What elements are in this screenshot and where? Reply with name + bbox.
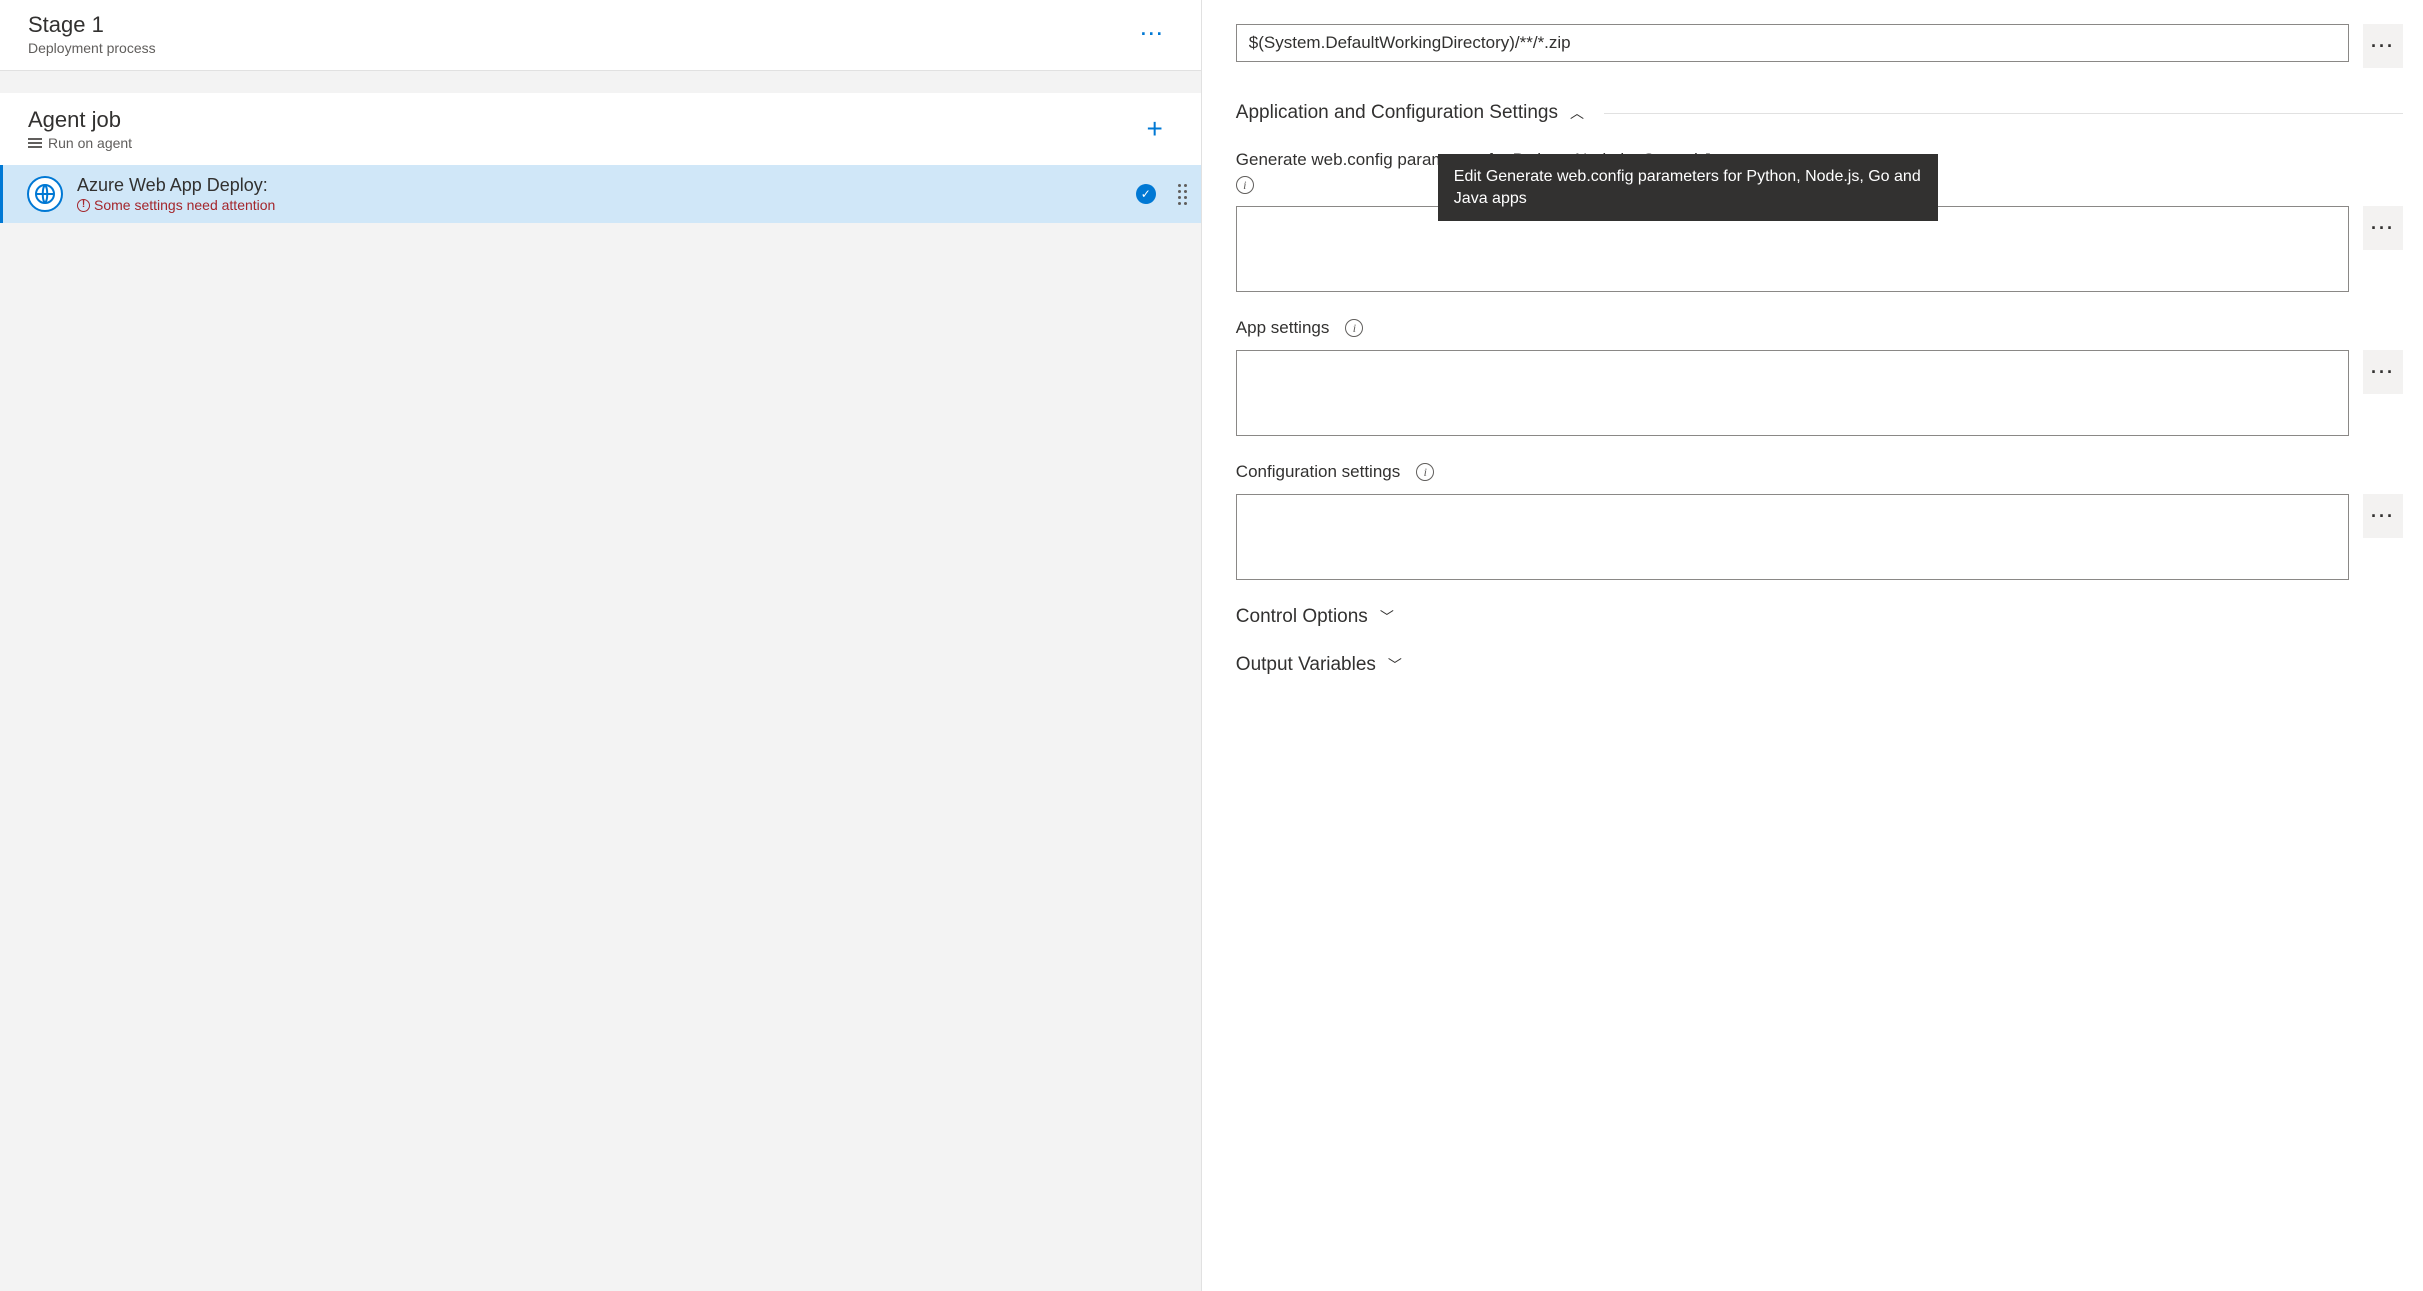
package-folder-input[interactable] (1236, 24, 2349, 62)
section-control-header[interactable]: Control Options ﹀ (1236, 606, 2403, 628)
stage-more-button[interactable]: ··· (1133, 20, 1173, 49)
right-panel: Package or folder i ··· Application and … (1202, 0, 2423, 1291)
config-settings-input[interactable] (1236, 494, 2349, 580)
drag-handle-icon[interactable] (1178, 184, 1187, 205)
task-warning-text: Some settings need attention (94, 197, 275, 213)
agent-icon (28, 138, 42, 148)
chevron-up-icon: ︿ (1570, 103, 1584, 123)
section-app-config-title: Application and Configuration Settings (1236, 102, 1558, 124)
config-settings-edit-button[interactable]: ··· (2363, 494, 2403, 538)
stage-subtitle: Deployment process (28, 40, 1133, 56)
section-output-header[interactable]: Output Variables ﹀ (1236, 654, 2403, 676)
chevron-down-icon: ﹀ (1380, 607, 1394, 627)
stage-header: Stage 1 Deployment process ··· (0, 0, 1201, 71)
task-row[interactable]: Azure Web App Deploy: ! Some settings ne… (0, 165, 1201, 223)
chevron-down-icon: ﹀ (1388, 655, 1402, 675)
section-output-title: Output Variables (1236, 654, 1376, 676)
agent-job-subtitle: Run on agent (48, 135, 132, 151)
generate-webconfig-edit-button[interactable]: ··· (2363, 206, 2403, 250)
section-app-config-header[interactable]: Application and Configuration Settings ︿ (1236, 102, 2403, 124)
stage-title: Stage 1 (28, 12, 1133, 38)
azure-webapp-icon (27, 176, 63, 212)
section-divider (1604, 113, 2403, 114)
agent-job-row[interactable]: Agent job Run on agent + (0, 93, 1201, 165)
app-settings-label: App settings (1236, 318, 1330, 338)
agent-job-title: Agent job (28, 107, 1136, 133)
info-icon[interactable]: i (1236, 176, 1254, 194)
task-selected-check-icon: ✓ (1136, 184, 1156, 204)
left-panel: Stage 1 Deployment process ··· Agent job… (0, 0, 1202, 1291)
task-title: Azure Web App Deploy: (77, 175, 1122, 196)
add-task-button[interactable]: + (1136, 115, 1172, 143)
info-icon[interactable]: i (1345, 319, 1363, 337)
package-folder-browse-button[interactable]: ··· (2363, 24, 2403, 68)
config-settings-label: Configuration settings (1236, 462, 1400, 482)
tooltip: Edit Generate web.config parameters for … (1438, 154, 1938, 221)
info-icon[interactable]: i (1416, 463, 1434, 481)
app-settings-edit-button[interactable]: ··· (2363, 350, 2403, 394)
warning-icon: ! (77, 199, 90, 212)
section-control-title: Control Options (1236, 606, 1368, 628)
app-settings-input[interactable] (1236, 350, 2349, 436)
